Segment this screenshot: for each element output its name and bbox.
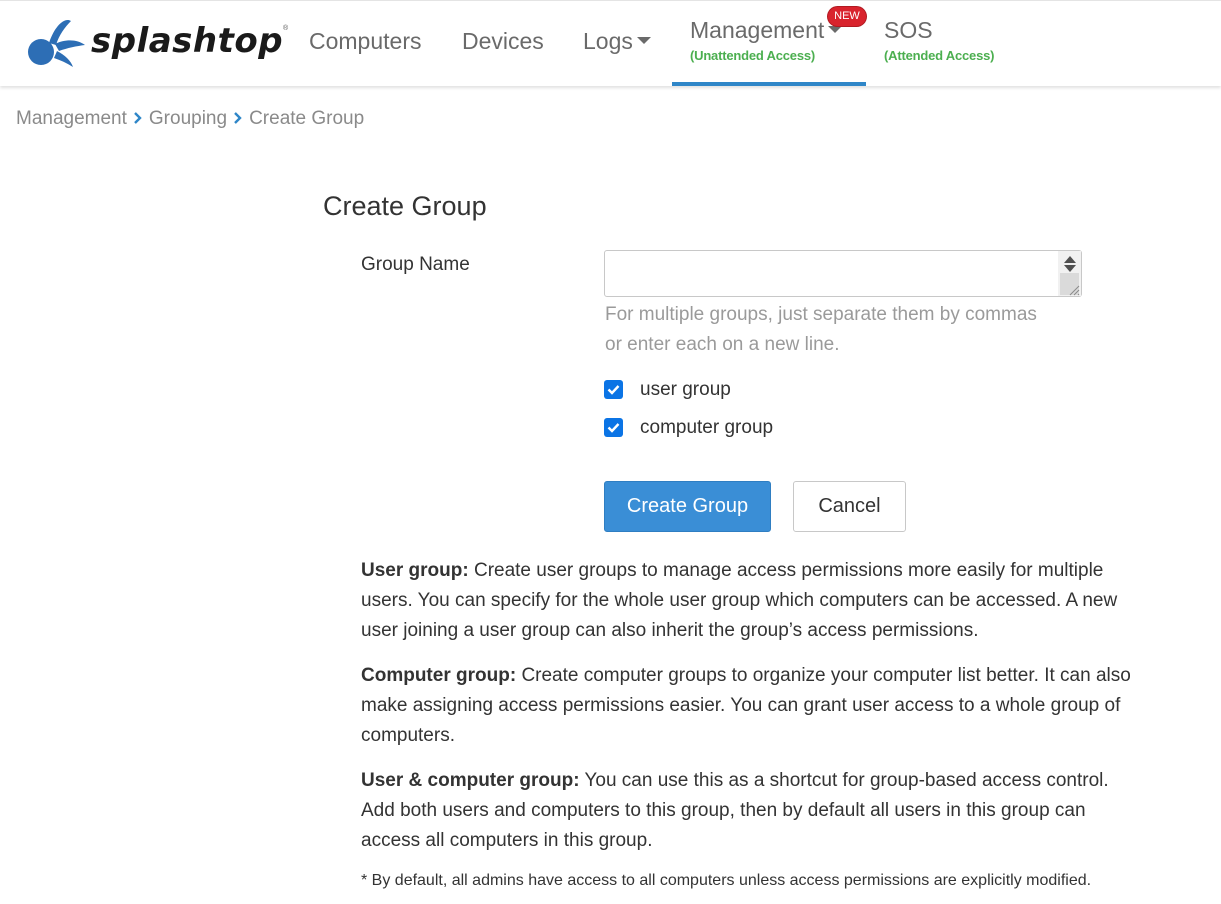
description-term: Computer group: — [361, 665, 517, 686]
breadcrumb-create-group: Create Group — [249, 108, 365, 129]
nav-sos-label: SOS — [884, 17, 933, 43]
top-navbar: splashtop ® Computers Devices Logs Manag… — [0, 0, 1221, 86]
description-text: users. You can specify for the whole use… — [361, 590, 1118, 611]
nav-logs-label: Logs — [583, 28, 633, 54]
nav-computers-label: Computers — [309, 28, 422, 54]
create-group-button[interactable]: Create Group — [604, 481, 771, 532]
user-group-description: User group: Create user groups to manage… — [361, 556, 1221, 646]
nav-management-label: Management — [690, 17, 825, 43]
computer-group-checkbox[interactable] — [604, 418, 623, 437]
checkmark-icon — [607, 385, 620, 395]
description-text: Add both users and computers to this gro… — [361, 800, 1086, 821]
description-term: User & computer group: — [361, 770, 580, 791]
chevron-right-icon — [127, 111, 149, 125]
breadcrumb-management[interactable]: Management — [16, 108, 127, 129]
page-title: Create Group — [323, 191, 487, 221]
description-text: computers. — [361, 725, 455, 746]
admin-footnote: * By default, all admins have access to … — [361, 872, 1092, 889]
description-text: You can use this as a shortcut for group… — [584, 770, 1109, 791]
cancel-button[interactable]: Cancel — [793, 481, 906, 532]
hint-line-1: For multiple groups, just separate them … — [605, 304, 1037, 325]
computer-group-description: Computer group: Create computer groups t… — [361, 661, 1221, 751]
group-name-textarea[interactable] — [604, 250, 1082, 297]
description-text: access all computers in this group. — [361, 830, 653, 851]
nav-sos-sub: (Attended Access) — [884, 48, 995, 63]
description-text: Create user groups to manage access perm… — [473, 560, 1104, 581]
scroll-up-arrow-icon[interactable] — [1064, 256, 1076, 263]
description-text: user joining a user group can also inher… — [361, 620, 979, 641]
hint-line-2: or enter each on a new line. — [605, 334, 840, 355]
description-text: Create computer groups to organize your … — [521, 665, 1131, 686]
user-group-checkbox[interactable] — [604, 380, 623, 399]
splashtop-wordmark: splashtop — [91, 21, 284, 61]
chevron-right-icon — [227, 111, 249, 125]
splashtop-logo[interactable]: splashtop ® — [27, 15, 292, 67]
scroll-down-arrow-icon[interactable] — [1064, 265, 1076, 272]
chevron-down-icon — [828, 26, 843, 34]
new-badge: NEW — [828, 7, 866, 26]
nav-devices-label: Devices — [462, 28, 544, 54]
group-name-label: Group Name — [361, 254, 470, 275]
breadcrumb: Management Grouping Create Group — [16, 108, 364, 130]
description-term: User group: — [361, 560, 469, 581]
nav-management-sub: (Unattended Access) — [690, 48, 816, 63]
computer-group-checkbox-label[interactable]: computer group — [640, 417, 773, 439]
registered-mark: ® — [283, 25, 289, 32]
group-name-hint: For multiple groups, just separate them … — [605, 300, 1105, 360]
resize-grip-icon[interactable] — [1068, 284, 1080, 296]
user-group-checkbox-label[interactable]: user group — [640, 379, 731, 401]
splashtop-logo-icon — [28, 19, 85, 67]
user-computer-group-description: User & computer group: You can use this … — [361, 766, 1221, 856]
checkmark-icon — [607, 423, 620, 433]
breadcrumb-grouping[interactable]: Grouping — [149, 108, 227, 129]
description-text: make assigning access permissions easier… — [361, 695, 1121, 716]
nav-active-indicator — [672, 82, 866, 86]
chevron-down-icon — [636, 37, 651, 45]
